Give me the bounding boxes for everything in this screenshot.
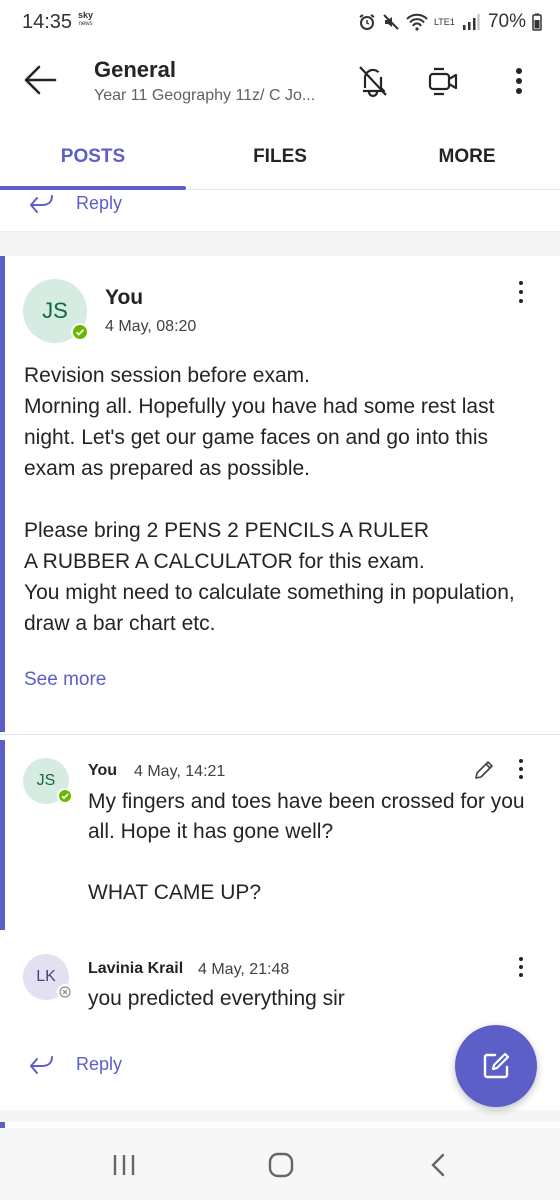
- dot-icon: [519, 973, 523, 977]
- reply-message: you predicted everything sir: [88, 987, 345, 1010]
- post-paragraph: You might need to calculate something in…: [24, 581, 515, 635]
- channel-subtitle[interactable]: Year 11 Geography 11z/ C Jo...: [94, 87, 315, 105]
- edit-button[interactable]: [472, 758, 496, 782]
- post-subject: Revision session before exam.: [24, 364, 310, 387]
- reply-author: You: [88, 762, 118, 779]
- status-time: 14:35: [22, 11, 73, 33]
- channel-tabs: POSTS FILES MORE: [0, 124, 560, 190]
- channel-title: General: [94, 57, 176, 82]
- more-options-button[interactable]: [502, 64, 536, 98]
- reply-accent-bar: [0, 740, 5, 930]
- tab-posts[interactable]: POSTS: [0, 124, 186, 190]
- avatar[interactable]: JS: [23, 758, 73, 804]
- post-card: JS You 4 May, 08:20 Revision session bef…: [0, 256, 560, 1110]
- avatar[interactable]: JS: [23, 279, 89, 343]
- dot-icon: [519, 281, 523, 285]
- chevron-left-icon: [431, 1153, 445, 1177]
- reply-timestamp: 4 May, 21:48: [198, 961, 290, 978]
- network-label: LTE1: [433, 16, 455, 27]
- wifi-icon: [406, 13, 428, 31]
- alarm-icon: [359, 14, 375, 30]
- system-navigation-bar: [0, 1128, 560, 1200]
- back-nav-button[interactable]: [418, 1150, 458, 1180]
- recent-apps-icon: [113, 1155, 135, 1175]
- notifications-button[interactable]: [356, 64, 390, 98]
- avatar[interactable]: LK: [23, 954, 73, 1000]
- mute-icon: [383, 14, 399, 30]
- post-paragraph: A RUBBER A CALCULATOR for this exam.: [24, 550, 425, 573]
- tab-files[interactable]: FILES: [187, 124, 373, 190]
- reply-options-button[interactable]: [511, 954, 531, 980]
- reply-label: Reply: [76, 193, 123, 213]
- reply-author: Lavinia Krail: [88, 960, 184, 977]
- dot-icon: [519, 767, 523, 771]
- back-button[interactable]: [22, 62, 62, 98]
- battery-level: 70%: [487, 11, 526, 32]
- feed-gap: [0, 232, 560, 256]
- active-tab-indicator: [0, 186, 186, 190]
- dot-icon: [519, 957, 523, 961]
- dot-icon: [519, 965, 523, 969]
- new-post-button[interactable]: [455, 1025, 537, 1107]
- pencil-icon: [475, 761, 493, 779]
- app-header: General Year 11 Geography 11z/ C Jo...: [0, 46, 560, 118]
- status-icons: LTE1 70%: [358, 11, 542, 33]
- reply-button[interactable]: Reply: [28, 193, 122, 214]
- status-bar: 14:35 sky news LTE1 70%: [0, 0, 560, 46]
- presence-available-icon: [57, 788, 73, 804]
- post-accent-bar: [0, 256, 5, 732]
- meet-now-button[interactable]: [426, 64, 460, 98]
- previous-post-footer: Reply: [0, 191, 560, 231]
- presence-offline-icon: [57, 984, 73, 1000]
- feed-gap: [0, 1110, 560, 1122]
- post-author: You: [105, 286, 144, 309]
- dot-icon: [519, 299, 523, 303]
- dot-icon: [519, 775, 523, 779]
- recent-apps-button[interactable]: [104, 1150, 144, 1180]
- post-body: Revision session before exam. Morning al…: [24, 360, 534, 639]
- tab-more[interactable]: MORE: [374, 124, 560, 190]
- home-icon: [268, 1152, 294, 1178]
- compose-icon: [483, 1052, 510, 1079]
- post-timestamp: 4 May, 08:20: [105, 318, 197, 335]
- post-paragraph: Please bring 2 PENS 2 PENCILS A RULER: [24, 519, 430, 542]
- battery-icon: [532, 13, 542, 31]
- reply-label: Reply: [76, 1054, 123, 1074]
- see-more-link[interactable]: See more: [24, 669, 106, 691]
- post-paragraph: Morning all. Hopefully you have had some…: [24, 395, 495, 480]
- reply-arrow-icon: [30, 194, 53, 213]
- reply-timestamp: 4 May, 14:21: [134, 763, 226, 780]
- home-button[interactable]: [261, 1150, 301, 1180]
- more-vertical-icon: [516, 68, 522, 94]
- divider: [0, 734, 560, 735]
- reply-message: WHAT CAME UP?: [88, 881, 262, 904]
- bell-off-icon: [359, 66, 387, 98]
- sky-news-logo: sky news: [78, 10, 94, 28]
- dot-icon: [519, 759, 523, 763]
- dot-icon: [519, 290, 523, 294]
- presence-available-icon: [71, 323, 89, 341]
- reply-button[interactable]: Reply: [28, 1054, 122, 1075]
- reply-arrow-icon: [30, 1055, 53, 1074]
- reply-options-button[interactable]: [511, 756, 531, 782]
- post-options-button[interactable]: [511, 278, 531, 306]
- reply-message: My fingers and toes have been crossed fo…: [88, 790, 525, 843]
- video-camera-icon: [428, 67, 458, 96]
- signal-icon: [462, 14, 480, 30]
- back-arrow-icon: [24, 65, 57, 95]
